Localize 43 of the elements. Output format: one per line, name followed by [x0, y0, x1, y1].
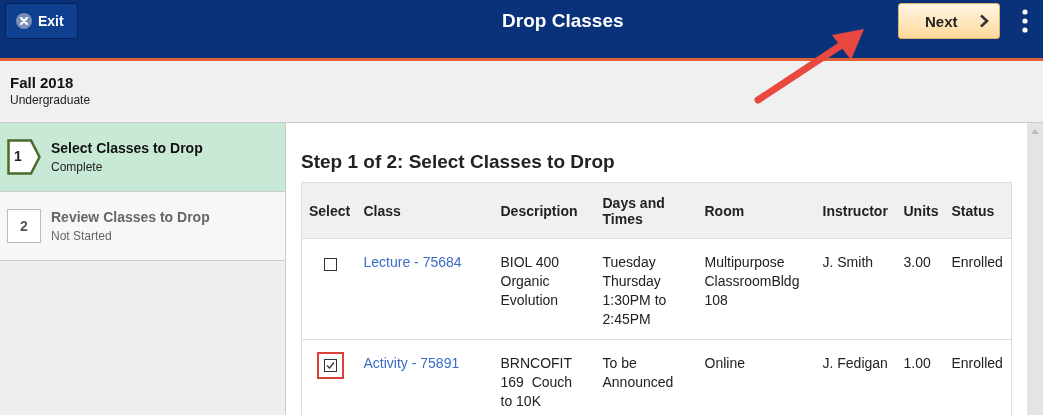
step-item[interactable]: 1 Select Classes to Drop Complete — [0, 123, 285, 192]
step-status: Complete — [51, 160, 104, 174]
column-header: Days and Times — [597, 182, 700, 239]
next-button[interactable]: Next — [898, 3, 1000, 39]
step-item[interactable]: 2 Review Classes to Drop Not Started — [0, 192, 285, 261]
table-cell: Online — [699, 339, 818, 415]
column-header: Class — [358, 182, 496, 239]
step-number-badge — [7, 139, 41, 175]
step-title: Review Classes to Drop — [51, 209, 210, 225]
step-number: 1 — [14, 148, 22, 164]
column-header: Instructor — [817, 182, 899, 239]
page-title: Drop Classes — [501, 10, 625, 32]
table-cell: BIOL 400 Organic Evolution — [495, 238, 598, 340]
class-link[interactable]: Lecture - 75684 — [363, 254, 462, 270]
table-cell: J. Smith — [817, 238, 899, 340]
exit-button[interactable]: Exit — [5, 3, 78, 39]
table-cell: Tuesday Thursday 1:30PM to 2:45PM — [597, 238, 700, 340]
table-cell: Enrolled — [946, 238, 1012, 340]
table-cell: J. Fedigan — [817, 339, 899, 415]
column-header: Select — [301, 182, 359, 239]
step-heading: Step 1 of 2: Select Classes to Drop — [301, 151, 616, 173]
column-header: Status — [946, 182, 1012, 239]
step-status: Not Started — [51, 229, 113, 243]
checkbox[interactable] — [323, 258, 337, 271]
column-header: Description — [495, 182, 598, 239]
column-header: Units — [898, 182, 947, 239]
table-cell: 3.00 — [898, 238, 947, 340]
class-link[interactable]: Activity - 75891 — [363, 355, 460, 371]
chevron-right-icon — [979, 14, 989, 28]
term-name: Fall 2018 — [10, 74, 75, 91]
column-header: Room — [699, 182, 818, 239]
scrollbar[interactable] — [1027, 123, 1043, 415]
table-cell: 1.00 — [898, 339, 947, 415]
step-title: Select Classes to Drop — [51, 140, 203, 156]
table-cell: Enrolled — [946, 339, 1012, 415]
step-number: 2 — [7, 209, 41, 243]
close-icon — [16, 13, 32, 29]
table-cell: To be Announced — [597, 339, 700, 415]
career-label: Undergraduate — [10, 93, 92, 107]
checkbox[interactable] — [323, 359, 337, 372]
more-options-icon[interactable] — [1022, 9, 1028, 33]
table-cell: BRNCOFIT 169 Couch to 10K — [495, 339, 598, 415]
table-cell: Multipurpose ClassroomBldg 108 — [699, 238, 818, 340]
